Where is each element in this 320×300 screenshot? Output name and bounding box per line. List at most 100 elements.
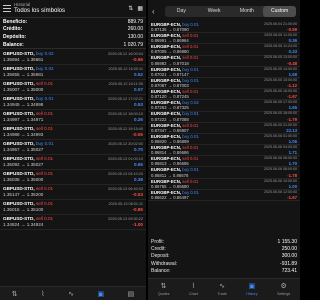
deal-profit: -1.79 <box>287 116 297 122</box>
deal-row-bottom: 1.34997 → 1.34971 0.26 <box>3 117 143 124</box>
summary-row: Crédito: 260.00 <box>0 26 146 34</box>
nav-quotes[interactable]: ⇅ Quotes <box>158 283 170 296</box>
deal-row-bottom: 0.86820 → 0.86899 1.06 <box>151 139 297 144</box>
nav-history[interactable]: ▣ History <box>246 283 257 296</box>
deal-row[interactable]: GBPUSD-STD, sell 0.01 2025.05.13 04:10:20… <box>0 170 146 186</box>
deal-row[interactable]: GBPUSD-STD, buy 0.01 2025.05.12 17:02:21 1… <box>0 95 146 111</box>
right-deal-list: EURGBP-ECN, buy 0.01 2025.06.04 21:00:00 0… <box>148 22 300 201</box>
right-header: ‹ Day Week Month Custom <box>148 0 300 22</box>
arrows-icon[interactable]: ⇅ <box>12 290 18 298</box>
deal-row[interactable]: GBPUSD-STD, buy 0.01 2025.05.12 20:02:00 1… <box>0 140 146 156</box>
deal-side: sell 0.01 <box>35 125 54 131</box>
deal-row[interactable]: EURGBP-ECN, buy 0.01 2025.06.05 18:00:00 0… <box>148 111 300 123</box>
deal-symbol: GBPUSD-STD, <box>3 50 35 56</box>
deal-prices: 0.87135 → 0.87090 <box>151 27 189 33</box>
deal-profit: 1.70 <box>288 161 297 167</box>
deal-row[interactable]: EURGBP-ECN, sell 0.01 2025.06.05 21:00:00… <box>148 123 300 134</box>
period-tabs: Day Week Month Custom <box>165 5 296 17</box>
deal-row[interactable]: EURGBP-ECN, buy 0.01 2025.06.04 21:00:00 0… <box>148 22 300 34</box>
back-icon[interactable]: ‹ <box>152 7 162 16</box>
deal-prices: 0.87005 → 0.86980 <box>151 49 189 55</box>
nav-settings[interactable]: ⚙ Settings <box>277 283 290 296</box>
deal-prices: 1.35655 → 1.35681 <box>3 72 44 78</box>
nav-trade[interactable]: ∿ Trade <box>217 283 226 296</box>
deal-row[interactable]: GBPUSD-STD, sell 0.01 2025.05.13 01:00:10… <box>0 155 146 171</box>
left-summary: Beneficio: 889.79 Crédito: 260.00 Depósito: 1… <box>0 18 146 48</box>
deal-prices: 0.87263 → 0.87325 <box>151 105 189 111</box>
deal-symbol-group: GBPUSD-STD, sell 0.01 <box>3 171 53 178</box>
deal-prices: 0.86811 → 0.86678 <box>151 172 189 178</box>
deal-row-top: GBPUSD-STD, buy 0.01 2025.05.12 17:02:21 <box>3 96 143 103</box>
deal-profit: 1.68 <box>288 71 297 77</box>
deal-row[interactable]: GBPUSD-STD, sell 0.01 2025.05.12 16:11:05… <box>0 80 146 96</box>
left-header: Historial Todos los símbolos ⇅ ▦ <box>0 0 146 17</box>
calendar-icon[interactable]: ▦ <box>137 5 143 12</box>
deal-profit: -0.05 <box>132 132 143 138</box>
deal-row-top: GBPUSD-STD, sell 0.01 2025.05.12 19:15:40 <box>3 126 143 133</box>
tab-day[interactable]: Day <box>165 6 198 17</box>
deal-side: sell 0.01 <box>35 170 54 176</box>
deal-profit: 0.70 <box>134 147 143 153</box>
deal-row-bottom: 0.87222 → 0.87088 -1.79 <box>151 117 297 122</box>
history-icon[interactable]: ▣ <box>97 290 104 298</box>
trade-icon[interactable]: ∿ <box>68 290 74 298</box>
deal-side: sell 0.01 <box>35 80 54 86</box>
right-summary: Profit: 1 155.30 Credit: 250.00 Deposit: 300.… <box>148 238 300 274</box>
sort-icon[interactable]: ⇅ <box>128 5 133 12</box>
tab-custom[interactable]: Custom <box>263 5 296 17</box>
deal-row[interactable]: EURGBP-ECN, sell 0.01 2025.06.05 16:00:00… <box>148 89 300 101</box>
deal-row[interactable]: EURGBP-ECN, sell 0.01 2025.06.05 11:24:00… <box>148 44 300 56</box>
deal-row[interactable]: EURGBP-ECN, sell 0.01 2025.06.06 10:00:00… <box>148 179 300 190</box>
deal-side: sell 0.01 <box>35 215 54 221</box>
deal-row[interactable]: GBPUSD-STD, sell 0.01 2025.05.12 19:15:40… <box>0 125 146 141</box>
right-bottom-nav: ⇅ Quotes ⌇ Chart ∿ Trade ▣ History ⚙ Settings <box>148 278 300 300</box>
deal-row[interactable]: EURGBP-ECN, buy 0.01 2025.06.05 15:00:00 0… <box>148 78 300 90</box>
deal-date: 2025.05.12 17:02:21 <box>108 96 143 101</box>
deal-symbol: GBPUSD-STD, <box>3 125 35 131</box>
left-header-title[interactable]: Todos los símbolos <box>14 8 128 14</box>
deal-prices: 0.87120 → 0.87245 <box>151 94 189 100</box>
deal-date: 2025.05.13 06:40:03 <box>108 186 143 191</box>
deal-prices: 0.86982 → 0.87018 <box>151 60 189 66</box>
deal-row[interactable]: GBPUSD-STD, sell 0.01 2025.05.13 06:40:03… <box>0 185 146 201</box>
deal-date: 2025.05.12 16:00:04 <box>108 51 143 56</box>
messages-icon[interactable]: ▤ <box>128 290 135 298</box>
deal-row[interactable]: EURGBP-ECN, buy 0.01 2025.06.06 01:00:00 0… <box>148 134 300 146</box>
deal-row-bottom: 0.86814 → 0.86686 1.71 <box>151 150 297 155</box>
deal-row-bottom: 1.35015 → 1.35100 -0.85 <box>3 207 143 214</box>
deal-profit: 0.07 <box>134 87 143 93</box>
deal-row[interactable]: EURGBP-ECN, sell 0.01 2025.06.06 04:00:00… <box>148 145 300 157</box>
chart-icon: ⌇ <box>191 283 196 290</box>
deal-profit: 0.38 <box>134 177 143 183</box>
summary-value: 260.00 <box>127 26 143 33</box>
tab-week[interactable]: Week <box>198 6 231 17</box>
menu-icon[interactable] <box>3 5 11 12</box>
deal-row[interactable]: GBPUSD-STD, buy 0.02 2025.05.12 16:00:04 1… <box>0 50 146 66</box>
deal-row[interactable]: EURGBP-ECN, sell 0.01 2025.06.05 11:00:00… <box>148 33 300 45</box>
deal-symbol-group: GBPUSD-STD, buy 0.02 <box>3 51 54 58</box>
deal-row[interactable]: GBPUSD-STD, sell 0.01 2025.05.13 09:30:22… <box>0 215 146 231</box>
tab-month[interactable]: Month <box>231 6 264 17</box>
deal-profit: 22.13 <box>286 127 297 133</box>
deal-row[interactable]: GBPUSD-STD, sell 0.01 2025.05.12 18:00:10… <box>0 110 146 126</box>
nav-label: Trade <box>217 292 227 296</box>
deal-row[interactable]: GBPUSD-STD, sell 0.01 2025.05.13 08:01:11… <box>0 200 146 216</box>
deal-prices: 1.35694 → 1.35661 <box>3 57 44 63</box>
deal-row-bottom: 0.86813 → 0.86686 1.70 <box>151 161 297 166</box>
summary-label: Credit: <box>151 245 166 252</box>
quotes-icon: ⇅ <box>160 283 167 290</box>
deal-symbol: GBPUSD-STD, <box>3 185 35 191</box>
deal-row[interactable]: EURGBP-ECN, sell 0.01 2025.06.05 13:00:00… <box>148 55 300 67</box>
deal-symbol-group: GBPUSD-STD, sell 0.01 <box>3 186 53 193</box>
deal-row[interactable]: EURGBP-ECN, sell 0.01 2025.06.06 06:00:00… <box>148 156 300 168</box>
chart-icon[interactable]: ⌇ <box>41 290 44 298</box>
deal-row[interactable]: EURGBP-ECN, buy 0.01 2025.06.06 08:00:00 0… <box>148 167 300 179</box>
deal-row[interactable]: EURGBP-ECN, buy 0.02 2025.06.05 17:00:00 0… <box>148 100 300 112</box>
deal-row[interactable]: EURGBP-ECN, buy 0.01 2025.06.05 14:00:00 0… <box>148 67 300 78</box>
history-panel-right: ‹ Day Week Month Custom EURGBP-ECN, buy 0.0… <box>148 0 300 300</box>
deal-row[interactable]: EURGBP-ECN, buy 0.01 2025.06.06 12:00:00 0… <box>148 190 300 201</box>
summary-value: 300.00 <box>281 253 297 260</box>
nav-chart[interactable]: ⌇ Chart <box>189 283 198 296</box>
deal-row-bottom: 0.86811 → 0.86678 -1.78 <box>151 173 297 178</box>
deal-row[interactable]: GBPUSD-STD, buy 0.02 2025.05.12 16:00:11 1… <box>0 65 146 81</box>
